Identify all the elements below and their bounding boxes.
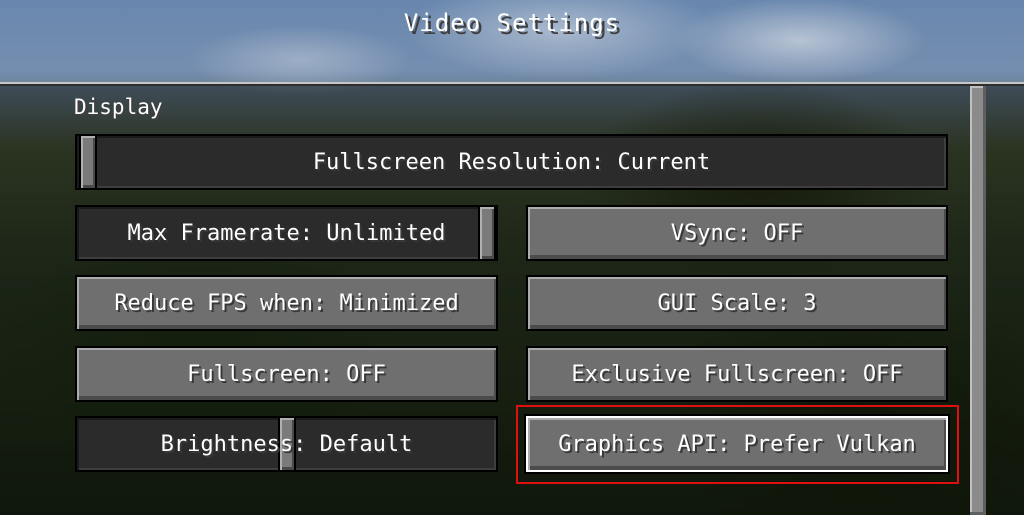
button-label: GUI Scale: 3 — [657, 290, 817, 316]
fullscreen-button[interactable]: Fullscreen: OFF — [75, 346, 498, 402]
exclusive-fullscreen-button[interactable]: Exclusive Fullscreen: OFF — [526, 346, 948, 402]
button-label: Fullscreen: OFF — [187, 361, 386, 387]
scrollbar-thumb[interactable] — [970, 86, 986, 515]
reduce-fps-button[interactable]: Reduce FPS when: Minimized — [75, 275, 498, 331]
slider-label: Brightness: Default — [160, 431, 413, 457]
slider-label: Fullscreen Resolution: Current — [312, 149, 711, 175]
slider-label: Max Framerate: Unlimited — [127, 220, 446, 246]
slider-knob[interactable] — [478, 205, 496, 261]
button-label: Reduce FPS when: Minimized — [114, 290, 459, 316]
gui-scale-button[interactable]: GUI Scale: 3 — [526, 275, 948, 331]
button-label: VSync: OFF — [670, 220, 804, 246]
fullscreen-resolution-slider[interactable]: Fullscreen Resolution: Current — [75, 134, 948, 190]
slider-knob[interactable] — [79, 134, 97, 190]
graphics-api-button[interactable]: Graphics API: Prefer Vulkan — [524, 414, 950, 474]
brightness-slider[interactable]: Brightness: Default — [75, 416, 498, 472]
max-framerate-slider[interactable]: Max Framerate: Unlimited — [75, 205, 498, 261]
button-label: Exclusive Fullscreen: OFF — [571, 361, 903, 387]
section-label-display: Display — [74, 95, 163, 119]
screen-title: Video Settings — [403, 9, 621, 37]
button-label: Graphics API: Prefer Vulkan — [558, 431, 916, 457]
vsync-button[interactable]: VSync: OFF — [526, 205, 948, 261]
header-separator — [0, 82, 1024, 86]
